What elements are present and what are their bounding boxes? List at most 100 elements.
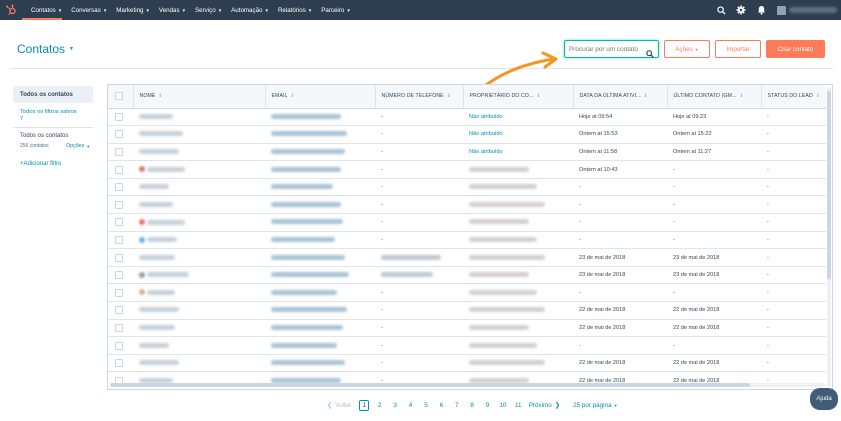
options-dropdown[interactable]: Opções ▼ bbox=[66, 143, 90, 149]
per-page-dropdown[interactable]: 25 por página ▼ bbox=[573, 402, 617, 409]
row-checkbox[interactable] bbox=[108, 213, 133, 232]
contact-name-cell[interactable] bbox=[133, 248, 265, 267]
contact-name-cell[interactable] bbox=[133, 354, 265, 373]
row-checkbox[interactable] bbox=[108, 266, 133, 285]
vertical-scrollbar[interactable] bbox=[827, 87, 831, 387]
row-checkbox[interactable] bbox=[108, 283, 133, 303]
saved-filters-link[interactable]: Todos os filtros salvos 7 bbox=[20, 109, 90, 123]
table-row[interactable]: ---- bbox=[108, 283, 826, 303]
table-row[interactable]: ---- bbox=[108, 195, 826, 215]
contact-name-cell[interactable] bbox=[133, 178, 265, 197]
actions-button[interactable]: Ações ▼ bbox=[664, 40, 710, 58]
table-row[interactable]: - Não atribuído Ontem at 15:53 Ontem at 15:… bbox=[108, 125, 826, 144]
row-checkbox[interactable] bbox=[108, 319, 133, 338]
owner-cell[interactable]: Não atribuído bbox=[463, 108, 573, 127]
row-checkbox[interactable] bbox=[108, 178, 133, 197]
contact-name-cell[interactable] bbox=[133, 125, 265, 144]
contact-name-cell[interactable] bbox=[133, 108, 265, 127]
table-row[interactable]: - Não atribuído Hoje at 09:54 Hoje at 09:23… bbox=[108, 108, 826, 127]
page-title-dropdown[interactable]: Contatos ▼ bbox=[17, 42, 74, 56]
row-checkbox[interactable] bbox=[108, 143, 133, 162]
email-cell bbox=[265, 336, 375, 355]
table-row[interactable]: -22 de mai de 2018 22 de mai de 2018- bbox=[108, 354, 826, 373]
column-header-last-activity[interactable]: DATA DA ÚLTIMA ATIVI... ⇕ bbox=[572, 85, 667, 109]
page-4-button[interactable]: 4 bbox=[406, 400, 416, 411]
column-header-owner[interactable]: PROPRIETÁRIO DO CO... ⇕ bbox=[462, 85, 573, 109]
contact-name-cell[interactable] bbox=[133, 301, 265, 320]
table-row[interactable]: ---- bbox=[108, 231, 826, 250]
table-row[interactable]: -22 de mai de 2018 22 de mai de 2018- bbox=[108, 301, 826, 320]
row-checkbox[interactable] bbox=[108, 231, 133, 250]
page-5-button[interactable]: 5 bbox=[421, 400, 431, 411]
row-checkbox[interactable] bbox=[108, 248, 133, 267]
contact-name-cell[interactable] bbox=[133, 283, 265, 303]
table-row[interactable]: ---- bbox=[108, 178, 826, 197]
page-1-button[interactable]: 1 bbox=[359, 399, 370, 411]
row-checkbox[interactable] bbox=[108, 125, 133, 144]
column-header-email[interactable]: EMAIL ⇕ bbox=[264, 85, 375, 109]
contact-name-cell[interactable] bbox=[133, 195, 265, 215]
add-filter-link[interactable]: +Adicionar filtro bbox=[20, 161, 62, 167]
page-8-button[interactable]: 8 bbox=[467, 400, 477, 411]
create-contact-button[interactable]: Criar contato bbox=[766, 40, 825, 58]
row-checkbox[interactable] bbox=[108, 195, 133, 215]
table-row[interactable]: -22 de mai de 2018 22 de mai de 2018- bbox=[108, 319, 826, 338]
table-row[interactable]: - Não atribuído Ontem at 11:58 Ontem at 11:… bbox=[108, 143, 826, 162]
page-3-button[interactable]: 3 bbox=[390, 400, 400, 411]
owner-cell[interactable]: Não atribuído bbox=[463, 125, 573, 144]
search-icon[interactable] bbox=[713, 0, 729, 20]
last-contact-cell: - bbox=[667, 336, 761, 355]
contact-name-cell[interactable] bbox=[133, 231, 265, 250]
nav-item-conversas[interactable]: Conversas ▼ bbox=[71, 7, 107, 14]
table-row[interactable]: ---- bbox=[108, 336, 826, 355]
options-label: Opções bbox=[66, 143, 85, 149]
nav-item-vendas[interactable]: Vendas ▼ bbox=[159, 7, 186, 14]
table-row[interactable]: - Ontem at 10:43- - bbox=[108, 160, 826, 179]
page-6-button[interactable]: 6 bbox=[436, 400, 446, 411]
help-button[interactable]: Ajuda bbox=[810, 388, 838, 410]
column-header-phone[interactable]: NÚMERO DE TELEFONE ⇕ bbox=[374, 85, 463, 109]
contact-name-cell[interactable] bbox=[133, 336, 265, 355]
row-checkbox[interactable] bbox=[108, 160, 133, 179]
hubspot-logo-icon[interactable] bbox=[0, 0, 22, 20]
table-row[interactable]: ---- bbox=[108, 213, 826, 232]
owner-cell[interactable]: Não atribuído bbox=[463, 143, 573, 162]
nav-item-automacao[interactable]: Automação ▼ bbox=[231, 7, 269, 14]
page-10-button[interactable]: 10 bbox=[498, 400, 508, 411]
account-menu[interactable] bbox=[777, 5, 841, 15]
page-11-button[interactable]: 11 bbox=[513, 400, 523, 411]
nav-item-contatos[interactable]: Contatos ▼ bbox=[31, 7, 62, 14]
nav-item-relatorios[interactable]: Relatórios ▼ bbox=[278, 7, 312, 14]
nav-item-marketing[interactable]: Marketing ▼ bbox=[116, 7, 150, 14]
column-header-last-contact[interactable]: ÚLTIMO CONTATO (GM... ⇕ bbox=[666, 85, 761, 109]
import-button[interactable]: Importar bbox=[715, 40, 761, 58]
contact-name-cell[interactable] bbox=[133, 160, 265, 179]
column-header-name[interactable]: NOME ⇕ bbox=[132, 85, 265, 109]
table-row[interactable]: 23 de mai de 2018 23 de mai de 2018- bbox=[108, 266, 826, 285]
table-row[interactable]: 23 de mai de 2018 23 de mai de 2018- bbox=[108, 248, 826, 267]
nav-item-servico[interactable]: Serviço ▼ bbox=[195, 7, 222, 14]
page-7-button[interactable]: 7 bbox=[452, 400, 462, 411]
search-field[interactable] bbox=[564, 40, 659, 58]
column-header-lead-status[interactable]: STATUS DO LEAD ⇕ bbox=[760, 85, 826, 109]
horizontal-scrollbar[interactable] bbox=[110, 383, 825, 387]
search-input[interactable] bbox=[569, 45, 647, 53]
contact-name-cell[interactable] bbox=[133, 266, 265, 285]
row-checkbox[interactable] bbox=[108, 301, 133, 320]
page-2-button[interactable]: 2 bbox=[375, 400, 385, 411]
contact-name-cell[interactable] bbox=[133, 143, 265, 162]
search-icon[interactable] bbox=[646, 45, 654, 63]
row-checkbox[interactable] bbox=[108, 108, 133, 127]
nav-item-parceiro[interactable]: Parceiro ▼ bbox=[321, 7, 351, 14]
row-checkbox[interactable] bbox=[108, 354, 133, 373]
view-all-contacts[interactable]: Todos os contatos bbox=[13, 86, 93, 103]
row-checkbox[interactable] bbox=[108, 336, 133, 355]
next-page-button[interactable]: Próximo ❯ bbox=[529, 402, 560, 409]
select-all-checkbox[interactable] bbox=[108, 85, 133, 109]
previous-page-button[interactable]: ❮ Voltar bbox=[327, 402, 351, 409]
contact-name-cell[interactable] bbox=[133, 319, 265, 338]
gear-icon[interactable] bbox=[733, 0, 749, 20]
page-9-button[interactable]: 9 bbox=[483, 400, 493, 411]
bell-icon[interactable] bbox=[753, 0, 769, 20]
contact-name-cell[interactable] bbox=[133, 213, 265, 232]
